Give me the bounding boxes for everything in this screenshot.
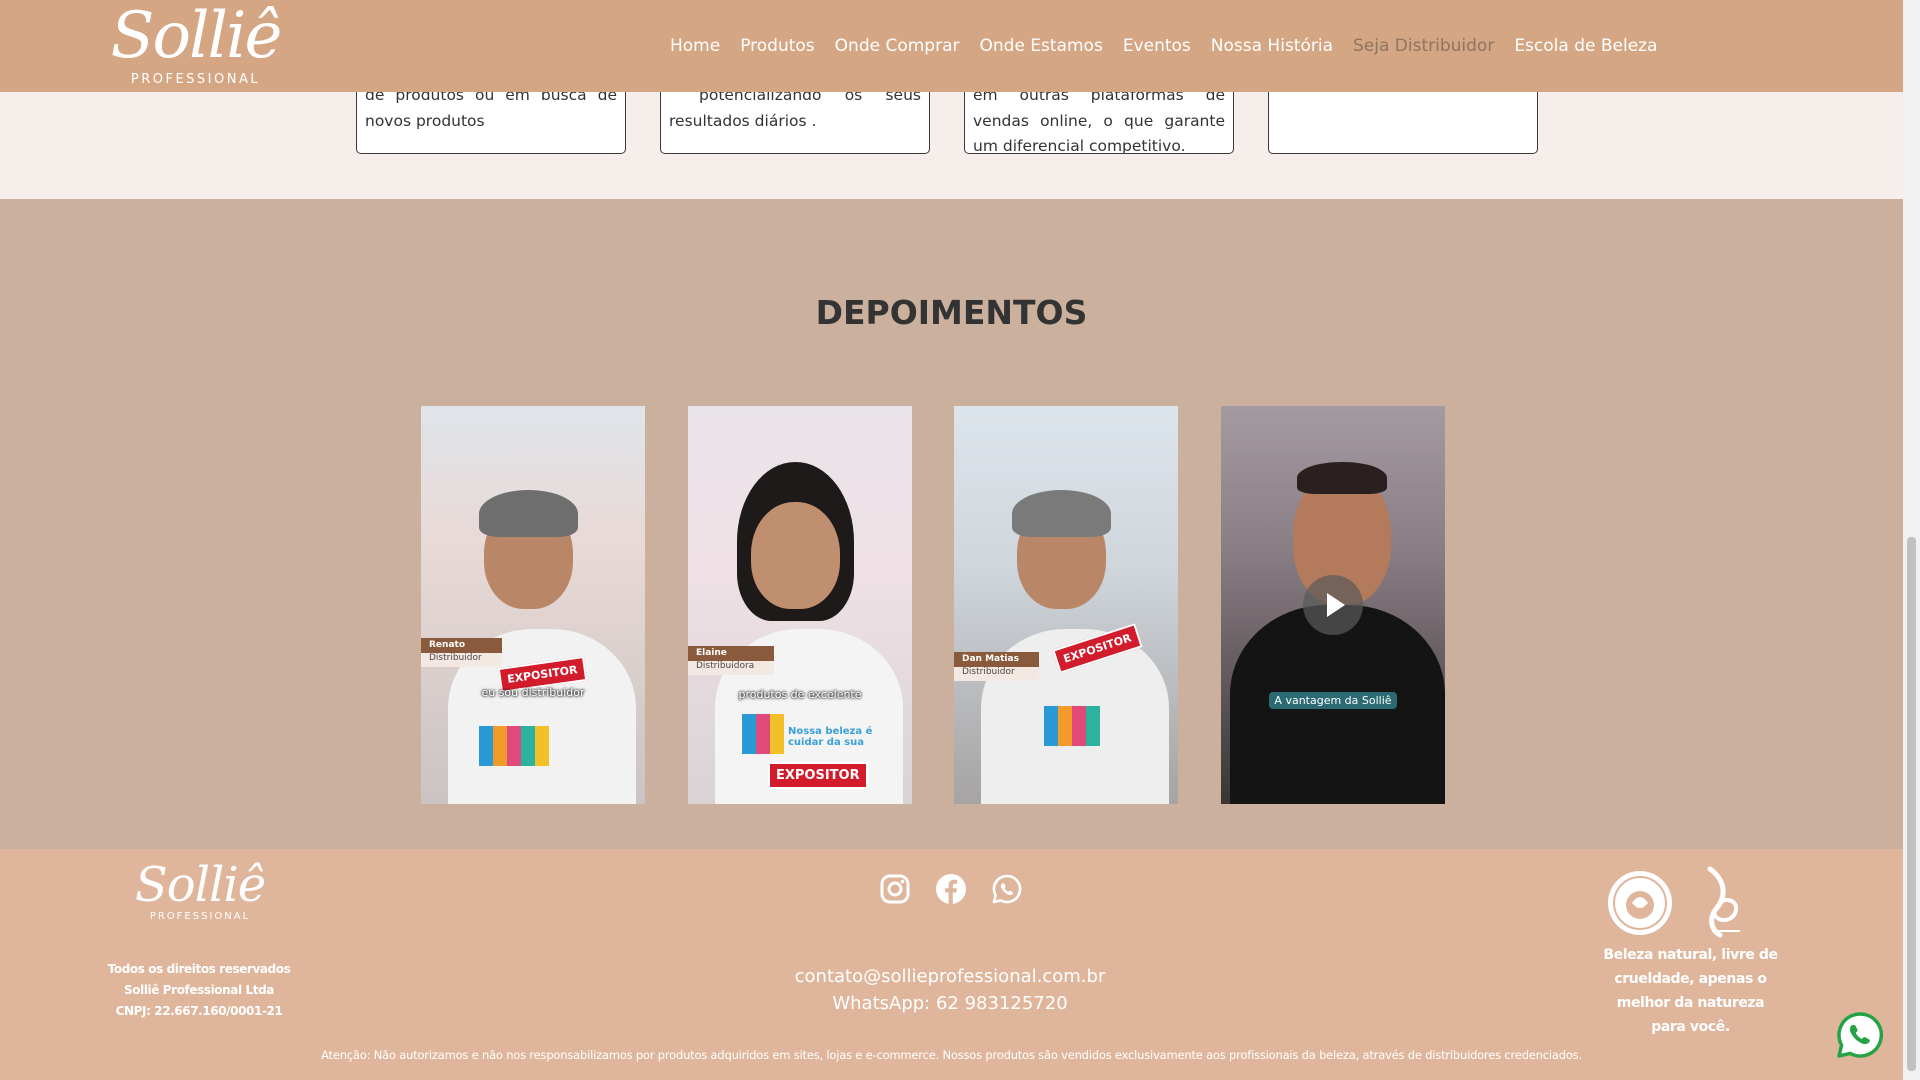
footer-rights: Todos os direitos reservados Solliê Prof…	[100, 959, 298, 1022]
footer-logo[interactable]: Solliê PROFESSIONAL	[126, 861, 274, 922]
shirt-color-blocks	[479, 726, 549, 766]
whatsapp-icon[interactable]	[991, 873, 1023, 905]
brand-logo[interactable]: Solliê PROFESSIONAL	[108, 4, 283, 88]
rights-line: Todos os direitos reservados	[107, 962, 291, 976]
instagram-icon[interactable]	[879, 873, 911, 905]
person-hair	[1297, 461, 1387, 494]
nav-seja-distribuidor[interactable]: Seja Distribuidor	[1343, 34, 1504, 58]
testimonials-section: DEPOIMENTOS EXPOSITOR Renato Distribuido…	[0, 199, 1903, 849]
page: de produtos ou em busca de novos produto…	[0, 0, 1903, 1080]
company-name: Solliê Professional Ltda	[124, 983, 274, 997]
testimonial-video[interactable]: EXPOSITOR Dan Matias Distribuidor	[954, 406, 1178, 804]
person-hair	[479, 489, 578, 538]
video-caption: A vantagem da Solliê	[1221, 692, 1445, 709]
footer-logo-wordmark: Solliê	[134, 857, 266, 913]
site-footer: Solliê PROFESSIONAL Todos os direitos r…	[0, 849, 1903, 1080]
testimonials-title: DEPOIMENTOS	[815, 293, 1088, 332]
vegan-seal-icon	[1608, 866, 1740, 938]
nav-eventos[interactable]: Eventos	[1113, 34, 1201, 58]
video-caption: produtos de excelente	[738, 688, 862, 701]
footer-notice: Atenção: Não autorizamos e não nos respo…	[321, 1048, 1582, 1062]
person-hair	[1012, 489, 1111, 538]
logo-subtitle: PROFESSIONAL	[130, 72, 261, 87]
nav-home[interactable]: Home	[660, 34, 730, 58]
logo-wordmark: Solliê	[110, 0, 283, 73]
nametag-role: Distribuidor	[429, 653, 482, 663]
company-cnpj: CNPJ: 22.667.160/0001-21	[115, 1004, 283, 1018]
whatsapp-float-icon	[1837, 1012, 1884, 1058]
nav-nossa-historia[interactable]: Nossa História	[1201, 34, 1343, 58]
shirt-slogan: Nossa beleza é cuidar da sua	[788, 726, 873, 748]
shirt-color-blocks	[1044, 706, 1100, 746]
whatsapp-float-button[interactable]	[1836, 1011, 1884, 1059]
footer-slogan: Beleza natural, livre de crueldade, apen…	[1603, 947, 1778, 1035]
page-scrollbar[interactable]	[1903, 0, 1920, 1080]
testimonial-video[interactable]: Nossa beleza é cuidar da sua EXPOSITOR E…	[688, 406, 912, 804]
play-icon[interactable]	[1303, 575, 1363, 635]
nav-onde-estamos[interactable]: Onde Estamos	[970, 34, 1113, 58]
site-header: Solliê PROFESSIONAL Home Produtos Onde …	[0, 0, 1903, 92]
nav-escola-de-beleza[interactable]: Escola de Beleza	[1504, 34, 1667, 58]
expositor-badge: EXPOSITOR	[768, 762, 868, 789]
scrollbar-thumb[interactable]	[1907, 537, 1916, 1071]
facebook-icon[interactable]	[935, 873, 967, 905]
nav-produtos[interactable]: Produtos	[730, 34, 824, 58]
nav-onde-comprar[interactable]: Onde Comprar	[825, 34, 970, 58]
testimonial-video[interactable]: A vantagem da Solliê	[1221, 406, 1445, 804]
nametag-name: Dan Matias	[954, 652, 1039, 667]
main-nav: Home Produtos Onde Comprar Onde Estamos …	[660, 34, 1668, 58]
video-nametag: Renato Distribuidor	[421, 638, 502, 667]
nametag-name: Renato	[421, 638, 502, 653]
video-caption-text: A vantagem da Solliê	[1269, 692, 1397, 709]
contact-email[interactable]: contato@sollieprofessional.com.br	[700, 963, 1200, 990]
video-nametag: Elaine Distribuidora	[688, 646, 775, 675]
nametag-role: Distribuidora	[696, 661, 755, 671]
video-caption: eu sou distribuidor	[481, 686, 585, 699]
shirt-color-blocks	[742, 714, 784, 754]
testimonial-video[interactable]: EXPOSITOR Renato Distribuidor eu sou dis…	[421, 406, 645, 804]
feature-card-text: em outras plataformas de vendas online, …	[973, 86, 1225, 154]
nametag-role: Distribuidor	[962, 667, 1015, 677]
certification-seals	[1600, 861, 1780, 941]
footer-contact: contato@sollieprofessional.com.br WhatsA…	[700, 963, 1200, 1017]
contact-whatsapp[interactable]: WhatsApp: 62 983125720	[700, 990, 1200, 1017]
video-nametag: Dan Matias Distribuidor	[954, 652, 1039, 681]
person-head	[750, 501, 841, 609]
nametag-name: Elaine	[688, 646, 775, 661]
